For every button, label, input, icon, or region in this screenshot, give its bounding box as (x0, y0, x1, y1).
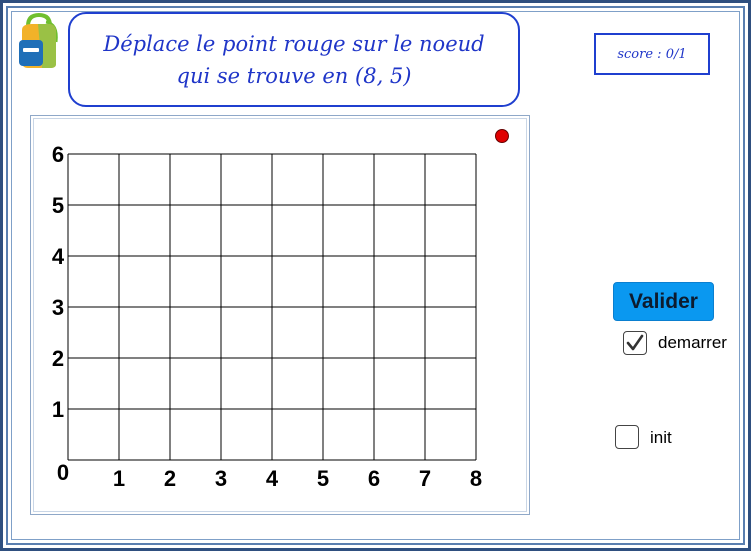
x-tick-label: 4 (266, 466, 279, 491)
x-tick-label: 2 (164, 466, 176, 491)
y-tick-label: 5 (52, 193, 64, 218)
init-label: init (650, 428, 672, 447)
y-tick-label: 3 (52, 295, 64, 320)
x-tick-label: 3 (215, 466, 227, 491)
x-tick-label: 5 (317, 466, 329, 491)
red-point[interactable] (495, 129, 509, 143)
x-tick-label: 1 (113, 466, 125, 491)
x-tick-label: 6 (368, 466, 380, 491)
x-tick-label: 0 (57, 460, 69, 485)
demarrer-label: demarrer (658, 333, 727, 352)
y-tick-label: 4 (52, 244, 65, 269)
init-checkbox[interactable] (615, 425, 639, 449)
y-tick-label: 6 (52, 142, 64, 167)
valider-button[interactable]: Valider (613, 282, 714, 321)
y-tick-label: 1 (52, 397, 64, 422)
y-tick-label: 2 (52, 346, 64, 371)
x-tick-label: 7 (419, 466, 431, 491)
coordinate-grid: 0 1 2 3 4 5 6 7 8 1 2 3 4 5 6 (52, 129, 509, 491)
demarrer-checkbox[interactable] (623, 331, 647, 355)
x-tick-label: 8 (470, 466, 482, 491)
checkmark-icon (626, 334, 644, 351)
